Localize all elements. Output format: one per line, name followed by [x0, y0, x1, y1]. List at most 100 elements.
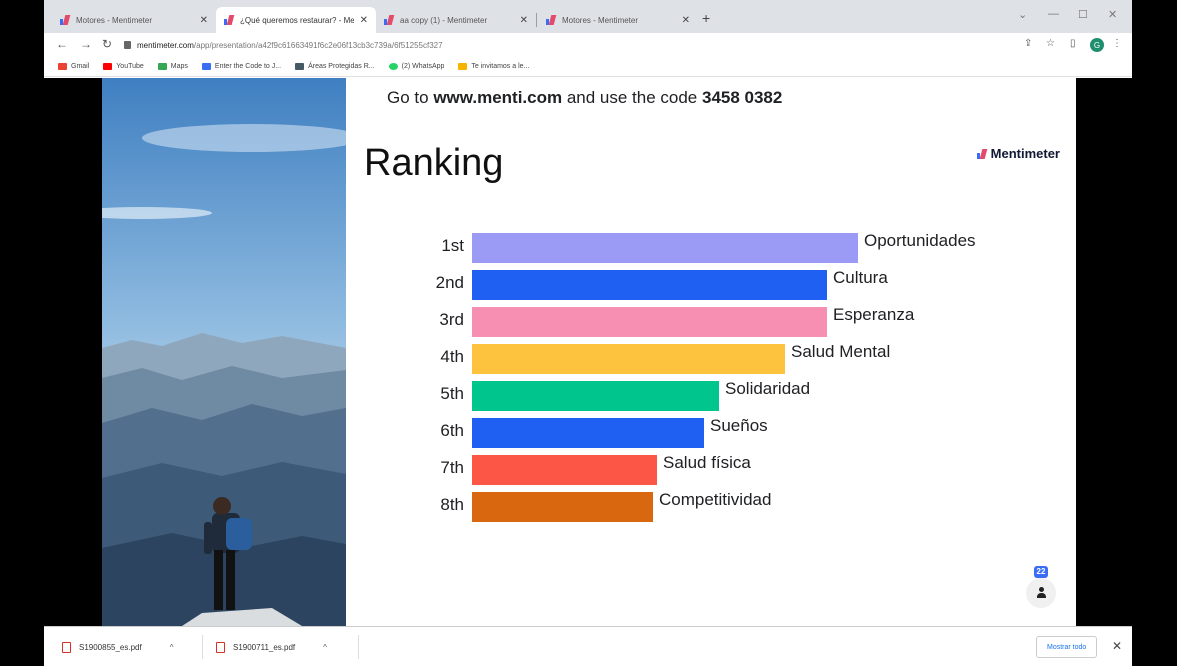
maximize-icon[interactable]: ☐: [1078, 8, 1088, 21]
rank-row: 5th Solidaridad: [392, 378, 1052, 411]
whatsapp-icon: [388, 63, 398, 70]
tab-title: aa copy (1) - Mentimeter: [400, 15, 488, 25]
rank-bar: [472, 455, 657, 485]
bookmark-enter-code[interactable]: Enter the Code to J...: [201, 63, 282, 70]
close-icon[interactable]: ✕: [1112, 639, 1122, 653]
download-item[interactable]: S1900855_es.pdf ^: [62, 638, 174, 656]
tab-3[interactable]: aa copy (1) - Mentimeter ✕: [376, 7, 536, 33]
join-code: 3458 0382: [701, 88, 783, 107]
rank-label: Salud Mental: [791, 342, 891, 361]
bookmark-label: Maps: [170, 63, 188, 70]
download-item[interactable]: S1900711_es.pdf ^: [216, 638, 327, 656]
bookmark-te-invitamos[interactable]: Te invitamos a le...: [458, 63, 529, 70]
slide-title: Ranking: [364, 142, 504, 184]
chevron-up-icon[interactable]: ^: [323, 643, 327, 652]
rank-label: Salud física: [663, 453, 751, 472]
rank-label: Sueños: [710, 416, 768, 435]
join-instruction: Go to www.menti.com and use the code 345…: [387, 88, 782, 108]
close-icon[interactable]: ✕: [682, 15, 690, 26]
close-icon[interactable]: ✕: [200, 15, 208, 26]
rank-bar: [472, 307, 827, 337]
url-path: /app/presentation/a42f9c61663491f6c2e06f…: [193, 40, 443, 50]
lock-icon: [124, 41, 131, 49]
tab-title: Motores - Mentimeter: [562, 15, 639, 25]
divider: [202, 635, 203, 659]
slide: Go to www.menti.com and use the code 345…: [102, 78, 1076, 626]
tab-title: ¿Qué queremos restaurar? - Me: [240, 15, 354, 25]
new-tab-button[interactable]: +: [702, 10, 710, 26]
tab-separator: [536, 13, 537, 27]
bookmarks-bar: Gmail YouTube Maps Enter the Code to J..…: [44, 57, 1132, 77]
share-icon[interactable]: ⇪: [1024, 38, 1032, 49]
person-icon: [1036, 587, 1046, 599]
back-icon[interactable]: ←: [56, 37, 68, 51]
bookmark-areas-protegidas[interactable]: Áreas Protegidas R...: [295, 63, 375, 70]
bookmark-label: YouTube: [116, 63, 144, 70]
bookmark-gmail[interactable]: Gmail: [58, 63, 89, 70]
divider: [358, 635, 359, 659]
downloads-bar: S1900855_es.pdf ^ S1900711_es.pdf ^ Most…: [44, 626, 1132, 666]
site-icon: [458, 63, 468, 70]
bookmark-youtube[interactable]: YouTube: [103, 63, 144, 70]
chevron-down-icon[interactable]: ⌄: [1018, 8, 1027, 21]
rank-bar: [472, 381, 719, 411]
participants-button[interactable]: 22: [1026, 566, 1056, 608]
pdf-icon: [62, 641, 71, 653]
rank-bar: [472, 233, 858, 263]
rank-number: 1st: [441, 236, 464, 255]
youtube-icon: [103, 63, 113, 70]
rank-row: 8th Competitividad: [392, 489, 1052, 522]
bookmark-whatsapp[interactable]: (2) WhatsApp: [388, 63, 445, 70]
site-icon: [295, 63, 305, 70]
close-icon[interactable]: ✕: [520, 15, 528, 26]
chevron-up-icon[interactable]: ^: [170, 643, 174, 652]
rank-bar: [472, 270, 827, 300]
minimize-icon[interactable]: —: [1048, 8, 1059, 20]
browser-window: Motores - Mentimeter ✕ ¿Qué queremos res…: [44, 0, 1132, 666]
bookmark-label: Enter the Code to J...: [214, 63, 282, 70]
join-prefix: Go to: [387, 88, 434, 107]
rank-label: Cultura: [833, 268, 888, 287]
participant-count-badge: 22: [1034, 566, 1048, 578]
rank-bar: [472, 418, 704, 448]
rank-number: 2nd: [435, 273, 464, 292]
tab-4[interactable]: Motores - Mentimeter ✕: [538, 7, 698, 33]
rank-label: Esperanza: [833, 305, 915, 324]
mentimeter-favicon-icon: [224, 15, 234, 25]
tab-2[interactable]: ¿Qué queremos restaurar? - Me ✕: [216, 7, 376, 33]
close-icon[interactable]: ✕: [360, 15, 368, 26]
side-panel-icon[interactable]: ▯: [1070, 38, 1076, 49]
rank-number: 8th: [440, 495, 464, 514]
rank-number: 4th: [440, 347, 464, 366]
reload-icon[interactable]: ↻: [102, 37, 112, 51]
mentimeter-favicon-icon: [60, 15, 70, 25]
mentimeter-brand: Mentimeter: [976, 146, 1060, 161]
rank-number: 3rd: [439, 310, 464, 329]
close-window-icon[interactable]: ✕: [1108, 8, 1117, 21]
maps-icon: [157, 63, 167, 70]
presentation-area: Go to www.menti.com and use the code 345…: [44, 78, 1132, 626]
bookmark-label: Te invitamos a le...: [471, 63, 530, 70]
tab-bar: Motores - Mentimeter ✕ ¿Qué queremos res…: [44, 0, 1132, 33]
rank-row: 7th Salud física: [392, 452, 1052, 485]
rank-number: 7th: [440, 458, 464, 477]
browser-toolbar: ← → ↻ mentimeter.com /app/presentation/a…: [44, 33, 1132, 57]
show-all-downloads-button[interactable]: Mostrar todo: [1036, 636, 1098, 658]
download-filename: S1900711_es.pdf: [233, 642, 296, 652]
forward-icon[interactable]: →: [80, 37, 92, 51]
download-filename: S1900855_es.pdf: [79, 642, 142, 652]
profile-avatar[interactable]: G: [1090, 38, 1104, 52]
star-icon[interactable]: ☆: [1046, 38, 1055, 49]
bookmark-label: (2) WhatsApp: [401, 63, 445, 70]
pdf-icon: [216, 641, 225, 653]
address-bar[interactable]: mentimeter.com /app/presentation/a42f9c6…: [124, 36, 1014, 54]
bookmark-maps[interactable]: Maps: [157, 63, 188, 70]
rank-label: Competitividad: [659, 490, 772, 509]
tab-1[interactable]: Motores - Mentimeter ✕: [52, 7, 216, 33]
rank-row: 2nd Cultura: [392, 267, 1052, 300]
gmail-icon: [58, 63, 67, 70]
menu-icon[interactable]: ⋮: [1112, 38, 1122, 49]
tab-title: Motores - Mentimeter: [76, 15, 153, 25]
join-middle: and use the code: [562, 88, 702, 107]
bookmark-label: Gmail: [71, 63, 90, 70]
